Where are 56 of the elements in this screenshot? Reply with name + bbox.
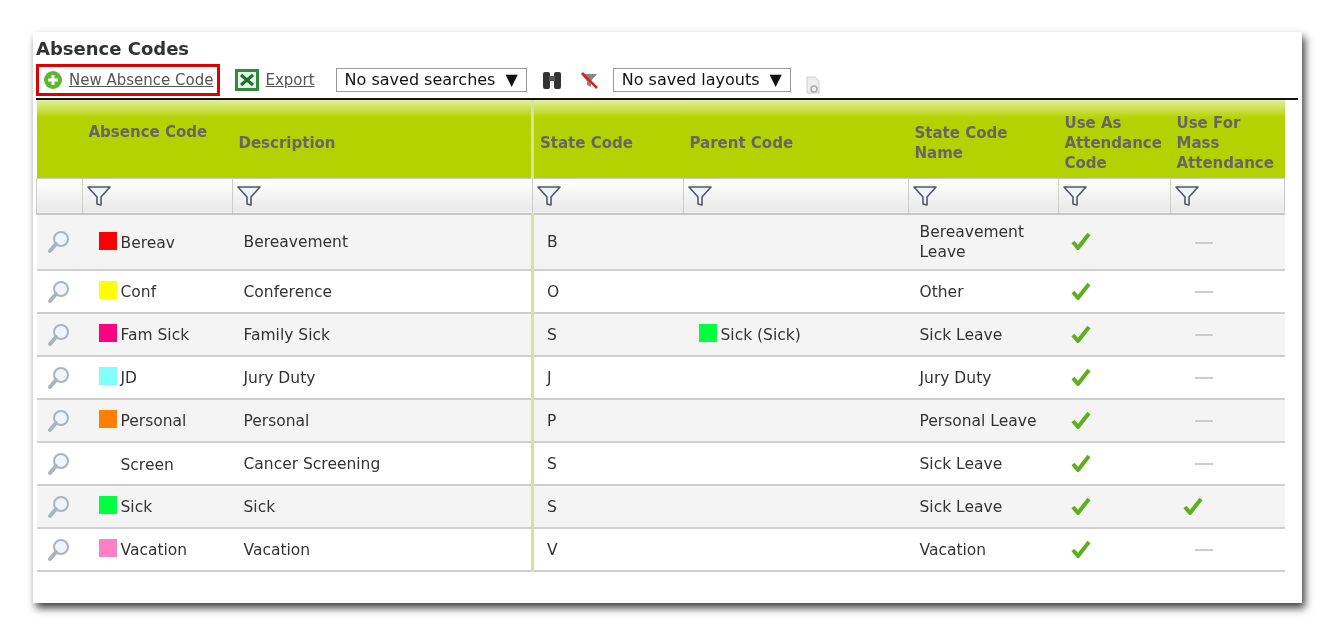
absence-code: Sick: [120, 498, 153, 516]
state-code-name: Sick Leave: [919, 325, 1003, 344]
state-code: O: [547, 282, 560, 301]
column-header: Use For Mass Attendance: [1176, 113, 1274, 172]
column-header: Description: [238, 133, 336, 152]
add-icon: [43, 70, 63, 90]
state-code: B: [547, 233, 558, 251]
column-header: State Code Name: [914, 123, 1008, 162]
filter-icon[interactable]: [688, 184, 712, 207]
absence-code: JD: [120, 369, 137, 387]
state-code-name: Jury Duty: [919, 368, 992, 387]
spreadsheet-icon: [235, 69, 260, 91]
saved-layouts-dropdown[interactable]: No saved layouts ▼: [612, 68, 791, 92]
state-code-name: Personal Leave: [919, 411, 1037, 430]
clear-filter-icon[interactable]: [578, 70, 599, 90]
state-code-name: Bereavement Leave: [919, 223, 1024, 261]
column-header: Absence Code: [88, 123, 208, 141]
state-code: S: [547, 497, 557, 516]
state-code-name: Vacation: [919, 540, 987, 559]
column-header: Use As Attendance Code: [1064, 113, 1162, 172]
filter-icon[interactable]: [87, 184, 111, 207]
absence-code: Vacation: [120, 541, 188, 559]
description: Vacation: [243, 540, 311, 559]
description: Bereavement: [243, 233, 348, 251]
filter-icon[interactable]: [537, 184, 561, 207]
description: Sick: [243, 497, 276, 516]
state-code: P: [547, 411, 557, 430]
state-code: J: [547, 368, 552, 387]
description: Cancer Screening: [243, 454, 381, 473]
filter-icon[interactable]: [913, 184, 937, 207]
column-header: Parent Code: [689, 133, 794, 152]
filter-icon[interactable]: [1063, 184, 1087, 207]
state-code-name: Sick Leave: [919, 454, 1003, 473]
description: Conference: [243, 282, 333, 301]
new-absence-code-link[interactable]: New Absence Code: [36, 63, 221, 97]
state-code-name: Other: [919, 282, 964, 301]
state-code-name: Sick Leave: [919, 497, 1003, 516]
absence-code: Screen: [120, 456, 174, 474]
page-title: Absence Codes: [36, 37, 191, 61]
description: Jury Duty: [243, 368, 316, 387]
state-code: S: [547, 325, 557, 344]
absence-code: Conf: [120, 283, 157, 301]
export-link[interactable]: Export: [228, 63, 322, 97]
description: Family Sick: [243, 325, 330, 344]
saved-searches-dropdown[interactable]: No saved searches ▼: [335, 68, 527, 92]
absence-code: Fam Sick: [120, 326, 190, 344]
binoculars-icon[interactable]: [540, 69, 563, 91]
parent-code: Sick (Sick): [720, 326, 801, 344]
state-code: V: [547, 540, 558, 559]
description: Personal: [243, 411, 310, 430]
filter-icon[interactable]: [237, 184, 261, 207]
column-header: State Code: [540, 133, 633, 152]
absence-code: Bereav: [120, 233, 175, 252]
state-code: S: [547, 454, 557, 473]
absence-code: Personal: [120, 412, 187, 430]
filter-icon[interactable]: [1175, 184, 1199, 207]
